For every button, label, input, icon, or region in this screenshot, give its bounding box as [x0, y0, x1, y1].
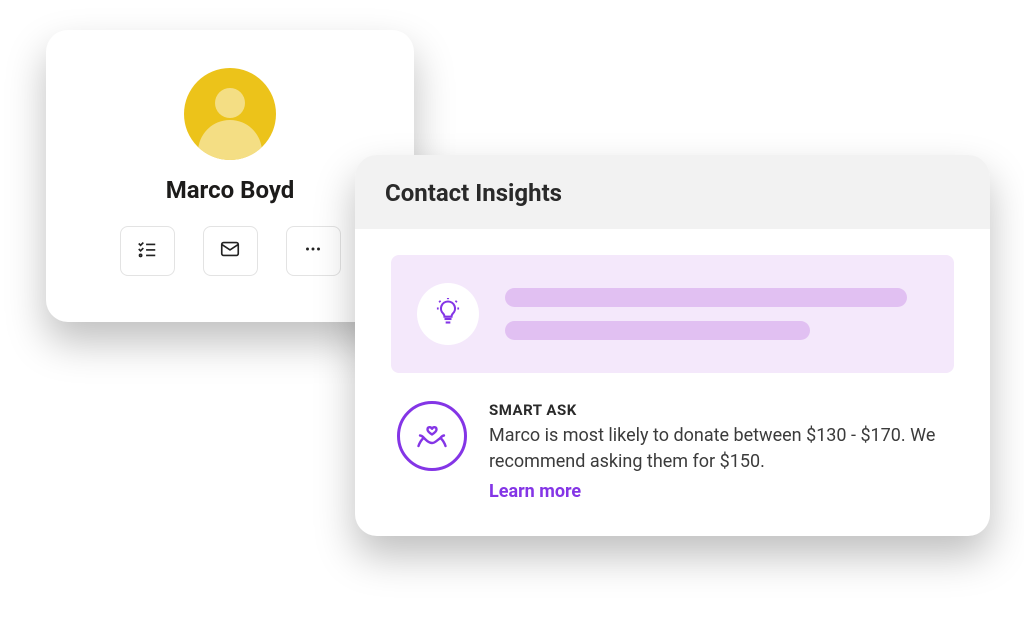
smart-ask-row: SMART ASK Marco is most likely to donate… — [391, 401, 954, 502]
profile-name: Marco Boyd — [166, 176, 295, 204]
mail-icon — [219, 238, 241, 264]
learn-more-link[interactable]: Learn more — [489, 481, 581, 502]
smart-ask-text: SMART ASK Marco is most likely to donate… — [489, 401, 948, 502]
placeholder-line — [505, 288, 907, 307]
profile-actions — [120, 226, 341, 276]
email-button[interactable] — [203, 226, 258, 276]
lightbulb-icon-wrap — [417, 283, 479, 345]
hands-heart-icon — [414, 416, 450, 456]
tasks-button[interactable] — [120, 226, 175, 276]
more-button[interactable] — [286, 226, 341, 276]
avatar — [184, 68, 276, 160]
insights-header: Contact Insights — [355, 155, 990, 229]
lightbulb-icon — [434, 298, 462, 330]
contact-insights-panel: Contact Insights — [355, 155, 990, 536]
smart-ask-icon-wrap — [397, 401, 467, 471]
smart-ask-body: Marco is most likely to donate between $… — [489, 423, 948, 475]
insights-title: Contact Insights — [385, 179, 960, 207]
ellipsis-icon — [302, 238, 324, 264]
placeholder-lines — [505, 288, 928, 340]
tasks-icon — [136, 238, 158, 264]
insight-placeholder-card — [391, 255, 954, 373]
insights-body: SMART ASK Marco is most likely to donate… — [355, 229, 990, 536]
smart-ask-label: SMART ASK — [489, 401, 948, 419]
placeholder-line — [505, 321, 810, 340]
